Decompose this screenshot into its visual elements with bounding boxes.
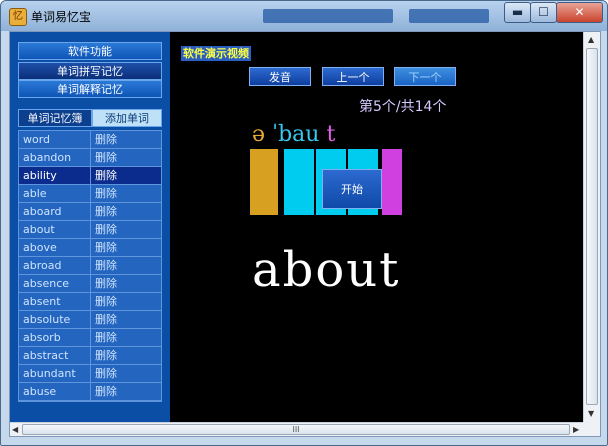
delete-word-button[interactable]: 删除 [91,185,165,202]
word-list-row[interactable]: word 删除 [19,131,161,149]
word-list-row[interactable]: abundant 删除 [19,365,161,383]
word-list-row[interactable]: aboard 删除 [19,203,161,221]
background-taskbar [409,9,489,23]
demo-video-label: 软件演示视频 [181,46,251,61]
word-list-row[interactable]: abstract 删除 [19,347,161,365]
word-cell[interactable]: absolute [19,311,91,328]
menu-title-button[interactable]: 软件功能 [18,42,162,60]
word-list-row[interactable]: absence 删除 [19,275,161,293]
window-title: 单词易忆宝 [31,10,92,24]
tab-word-notebook[interactable]: 单词记忆簿 [18,109,92,127]
scroll-left-icon[interactable]: ◀ [12,425,18,434]
current-word: about [252,242,401,298]
word-list-row[interactable]: able 删除 [19,185,161,203]
vertical-scroll-thumb[interactable] [586,48,598,405]
word-cell[interactable]: able [19,185,91,202]
delete-word-button[interactable]: 删除 [91,365,165,382]
meaning-memory-button[interactable]: 单词解释记忆 [18,80,162,98]
scroll-down-icon[interactable]: ▼ [588,409,594,418]
tab-add-word[interactable]: 添加单词 [92,109,162,127]
title-bar[interactable]: 忆 单词易忆宝 ▬ ☐ ✕ [1,1,607,31]
word-list-row[interactable]: absorb 删除 [19,329,161,347]
word-cell[interactable]: abuse [19,383,91,400]
word-cell[interactable]: absent [19,293,91,310]
scroll-right-icon[interactable]: ▶ [573,425,579,434]
scroll-up-icon[interactable]: ▲ [588,35,594,44]
delete-word-button[interactable]: 删除 [91,383,165,400]
scrollbar-corner [583,422,600,436]
syllable-bar [250,149,278,215]
horizontal-scroll-thumb[interactable]: III [22,424,570,435]
delete-word-button[interactable]: 删除 [91,311,165,328]
word-cell[interactable]: absorb [19,329,91,346]
delete-word-button[interactable]: 删除 [91,131,165,148]
delete-word-button[interactable]: 删除 [91,239,165,256]
word-cell[interactable]: abandon [19,149,91,166]
main-panel: 软件演示视频 发音 上一个 下一个 第5个/共14个 ə ˈbau t 开始 a… [170,32,583,422]
phonetic-segment: ə [252,122,273,147]
delete-word-button[interactable]: 删除 [91,167,165,184]
word-cell[interactable]: ability [19,167,91,184]
word-list-row[interactable]: absent 删除 [19,293,161,311]
word-counter: 第5个/共14个 [359,99,447,115]
word-list-row[interactable]: abuse 删除 [19,383,161,401]
client-area: 软件功能 单词拼写记忆 单词解释记忆 单词记忆簿 添加单词 word 删除 aban… [9,31,601,437]
delete-word-button[interactable]: 删除 [91,293,165,310]
delete-word-button[interactable]: 删除 [91,329,165,346]
delete-word-button[interactable]: 删除 [91,275,165,292]
app-window: 忆 单词易忆宝 ▬ ☐ ✕ 软件功能 单词拼写记忆 单词解释记忆 单词记忆簿 添… [0,0,608,446]
prev-button[interactable]: 上一个 [322,67,384,86]
background-taskbar [263,9,393,23]
app-icon: 忆 [9,8,27,26]
delete-word-button[interactable]: 删除 [91,149,165,166]
syllable-bar [284,149,314,215]
word-cell[interactable]: abstract [19,347,91,364]
word-list-row[interactable]: abroad 删除 [19,257,161,275]
spell-memory-button[interactable]: 单词拼写记忆 [18,62,162,80]
word-list-row[interactable]: abandon 删除 [19,149,161,167]
word-cell[interactable]: absence [19,275,91,292]
word-cell[interactable]: aboard [19,203,91,220]
phonetic-segment: t [326,122,336,147]
close-button[interactable]: ✕ [556,2,603,23]
word-list-row[interactable]: ability 删除 [19,167,161,185]
pronounce-button[interactable]: 发音 [249,67,311,86]
vertical-scrollbar[interactable]: ▲ ▼ [583,32,600,422]
maximize-button[interactable]: ☐ [530,2,557,23]
start-button[interactable]: 开始 [322,169,382,209]
word-list-row[interactable]: above 删除 [19,239,161,257]
syllable-bar [382,149,402,215]
delete-word-button[interactable]: 删除 [91,221,165,238]
word-list: word 删除 abandon 删除 ability 删除 able 删除 aboard 删除 ab… [18,130,162,402]
delete-word-button[interactable]: 删除 [91,257,165,274]
horizontal-scrollbar[interactable]: ◀ III ▶ [10,422,583,436]
delete-word-button[interactable]: 删除 [91,347,165,364]
next-button[interactable]: 下一个 [394,67,456,86]
word-cell[interactable]: abundant [19,365,91,382]
word-list-row[interactable]: absolute 删除 [19,311,161,329]
delete-word-button[interactable]: 删除 [91,203,165,220]
word-list-row[interactable]: about 删除 [19,221,161,239]
word-cell[interactable]: about [19,221,91,238]
word-cell[interactable]: word [19,131,91,148]
sidebar: 软件功能 单词拼写记忆 单词解释记忆 单词记忆簿 添加单词 word 删除 aban… [10,32,170,422]
minimize-button[interactable]: ▬ [504,2,531,23]
phonetic-transcription: ə ˈbau t [252,122,335,147]
word-cell[interactable]: abroad [19,257,91,274]
word-cell[interactable]: above [19,239,91,256]
phonetic-segment: ˈbau [272,122,327,147]
